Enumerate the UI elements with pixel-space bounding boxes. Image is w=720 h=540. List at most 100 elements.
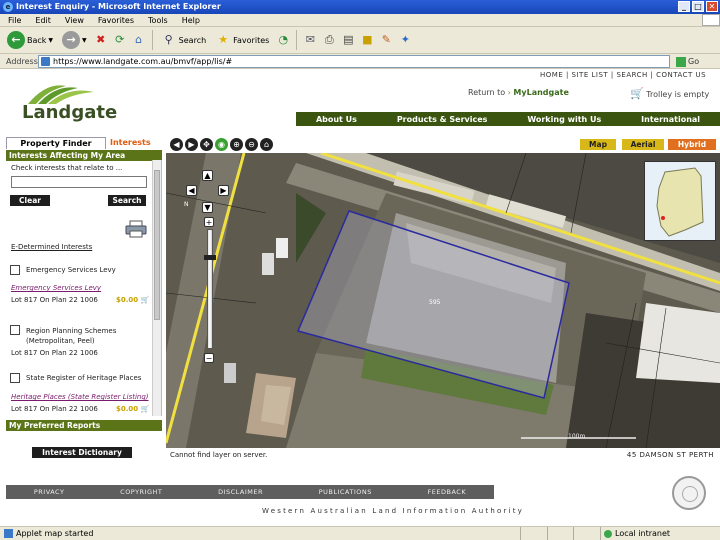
map-type-hybrid[interactable]: Hybrid xyxy=(668,139,716,150)
nav-international[interactable]: International xyxy=(641,115,700,124)
landgate-logo[interactable]: Landgate xyxy=(22,80,117,126)
interest-dictionary-button[interactable]: Interest Dictionary xyxy=(32,447,132,458)
north-label: N xyxy=(184,201,189,208)
address-url: https://www.landgate.com.au/bmvf/app/lis… xyxy=(53,57,233,66)
history-icon[interactable]: ◔ xyxy=(275,32,291,48)
return-to-mylandgate: Return to › MyLandgate xyxy=(468,88,569,97)
status-left: Applet map started xyxy=(4,527,93,540)
mail-icon[interactable]: ✉ xyxy=(302,32,318,48)
checkbox-region-planning[interactable] xyxy=(10,325,20,335)
favorites-button[interactable]: ★ Favorites xyxy=(212,29,272,51)
status-zone: Local intranet xyxy=(600,527,720,540)
zoom-in-button[interactable]: + xyxy=(204,217,214,227)
nav-working-with-us[interactable]: Working with Us xyxy=(527,115,601,124)
search-button[interactable]: Search xyxy=(108,195,146,206)
page-icon xyxy=(41,57,50,66)
clear-button[interactable]: Clear xyxy=(10,195,50,206)
scale-label: 100m xyxy=(568,433,586,440)
menu-edit[interactable]: Edit xyxy=(35,14,51,26)
print-icon[interactable]: ⎙ xyxy=(321,32,337,48)
refresh-icon[interactable]: ⟳ xyxy=(112,32,128,48)
footer-disclaimer[interactable]: DISCLAIMER xyxy=(218,488,263,496)
site-footer: PRIVACY COPYRIGHT DISCLAIMER PUBLICATION… xyxy=(6,485,494,499)
scrollbar-thumb[interactable] xyxy=(154,170,160,320)
aerial-map[interactable]: 595 100m ▲ ◀ ▶ ▼ N + − xyxy=(166,153,720,448)
go-button[interactable]: Go xyxy=(676,54,699,69)
map-type-map[interactable]: Map xyxy=(580,139,616,150)
window-title: Interest Enquiry - Microsoft Internet Ex… xyxy=(16,2,221,11)
price-heritage-places[interactable]: $0.00 🛒 xyxy=(116,405,149,413)
maximize-button[interactable]: □ xyxy=(692,1,704,12)
ie-icon: e xyxy=(3,2,13,12)
checkbox-emergency-services[interactable] xyxy=(10,265,20,275)
section-reports-header[interactable]: My Preferred Reports xyxy=(6,420,162,431)
tab-property-finder[interactable]: Property Finder xyxy=(6,137,106,149)
nav-about-us[interactable]: About Us xyxy=(316,115,357,124)
stop-icon[interactable]: ✖ xyxy=(93,32,109,48)
forward-button[interactable]: → ▼ xyxy=(59,29,90,51)
map-type-aerial[interactable]: Aerial xyxy=(622,139,664,150)
mylandgate-link[interactable]: MyLandgate xyxy=(513,88,568,97)
messenger-icon[interactable]: ✎ xyxy=(378,32,394,48)
price-value: $0.00 xyxy=(116,296,139,304)
link-emergency-services[interactable]: Emergency Services Levy xyxy=(11,284,101,292)
menu-help[interactable]: Help xyxy=(182,14,200,26)
interests-panel: Check interests that relate to ... Clear… xyxy=(6,160,162,416)
link-heritage-places[interactable]: Heritage Places (State Register Listing) xyxy=(11,393,149,401)
research-icon[interactable]: ✦ xyxy=(397,32,413,48)
zoom-out-icon[interactable]: ⊖ xyxy=(245,138,258,151)
minimize-button[interactable]: _ xyxy=(678,1,690,12)
overview-map[interactable] xyxy=(644,161,716,241)
zoom-slider[interactable] xyxy=(207,229,213,349)
zoom-slider-thumb[interactable] xyxy=(204,255,216,260)
trolley-status[interactable]: 🛒 Trolley is empty xyxy=(630,87,709,100)
pan-south-icon[interactable]: ▼ xyxy=(202,202,213,213)
checkbox-heritage-places[interactable] xyxy=(10,373,20,383)
toolbar-separator xyxy=(296,30,298,50)
zoom-out-button[interactable]: − xyxy=(204,353,214,363)
footer-publications[interactable]: PUBLICATIONS xyxy=(319,488,372,496)
menu-tools[interactable]: Tools xyxy=(148,14,168,26)
main-nav: About Us Products & Services Working wit… xyxy=(296,112,720,126)
printer-icon[interactable] xyxy=(124,220,148,238)
pan-north-icon[interactable]: ▲ xyxy=(202,170,213,181)
menu-view[interactable]: View xyxy=(65,14,84,26)
edit-icon[interactable]: ▤ xyxy=(340,32,356,48)
check-prompt: Check interests that relate to ... xyxy=(11,164,123,172)
back-button[interactable]: ← Back ▼ xyxy=(4,29,56,51)
menu-favorites[interactable]: Favorites xyxy=(98,14,134,26)
footer-feedback[interactable]: FEEDBACK xyxy=(428,488,467,496)
zoom-in-icon[interactable]: ⊕ xyxy=(230,138,243,151)
address-input[interactable]: https://www.landgate.com.au/bmvf/app/lis… xyxy=(38,55,670,68)
map-back-icon[interactable]: ◀ xyxy=(170,138,183,151)
map-status-row: Cannot find layer on server. 45 DAMSON S… xyxy=(166,450,720,461)
go-label: Go xyxy=(688,57,700,66)
panel-scrollbar[interactable] xyxy=(152,160,161,416)
interest-search-input[interactable] xyxy=(11,176,147,188)
price-emergency-services[interactable]: $0.00 🛒 xyxy=(116,296,149,304)
map-forward-icon[interactable]: ▶ xyxy=(185,138,198,151)
site-topnav[interactable]: HOME | SITE LIST | SEARCH | CONTACT US xyxy=(540,71,706,79)
pan-east-icon[interactable]: ▶ xyxy=(218,185,229,196)
footer-copyright[interactable]: COPYRIGHT xyxy=(120,488,162,496)
logo-text: Landgate xyxy=(22,102,118,123)
close-button[interactable]: ✕ xyxy=(706,1,718,12)
menubar: File Edit View Favorites Tools Help xyxy=(0,14,720,27)
map-tools: ◀ ▶ ✥ ◉ ⊕ ⊖ ⌂ xyxy=(170,138,273,151)
footer-privacy[interactable]: PRIVACY xyxy=(34,488,65,496)
pan-west-icon[interactable]: ◀ xyxy=(186,185,197,196)
identify-icon[interactable]: ◉ xyxy=(215,138,228,151)
address-label: Address xyxy=(6,57,38,66)
map-status-message: Cannot find layer on server. xyxy=(170,451,268,459)
back-label: Back xyxy=(27,35,47,45)
full-extent-icon[interactable]: ⌂ xyxy=(260,138,273,151)
search-button[interactable]: ⚲ Search xyxy=(158,29,209,51)
tab-interests[interactable]: Interests xyxy=(106,137,162,149)
nav-products-services[interactable]: Products & Services xyxy=(397,115,488,124)
home-icon[interactable]: ⌂ xyxy=(131,32,147,48)
toolbar-separator xyxy=(151,30,153,50)
menu-file[interactable]: File xyxy=(8,14,21,26)
folder-icon[interactable]: ■ xyxy=(359,32,375,48)
star-icon: ★ xyxy=(218,33,229,46)
pan-icon[interactable]: ✥ xyxy=(200,138,213,151)
